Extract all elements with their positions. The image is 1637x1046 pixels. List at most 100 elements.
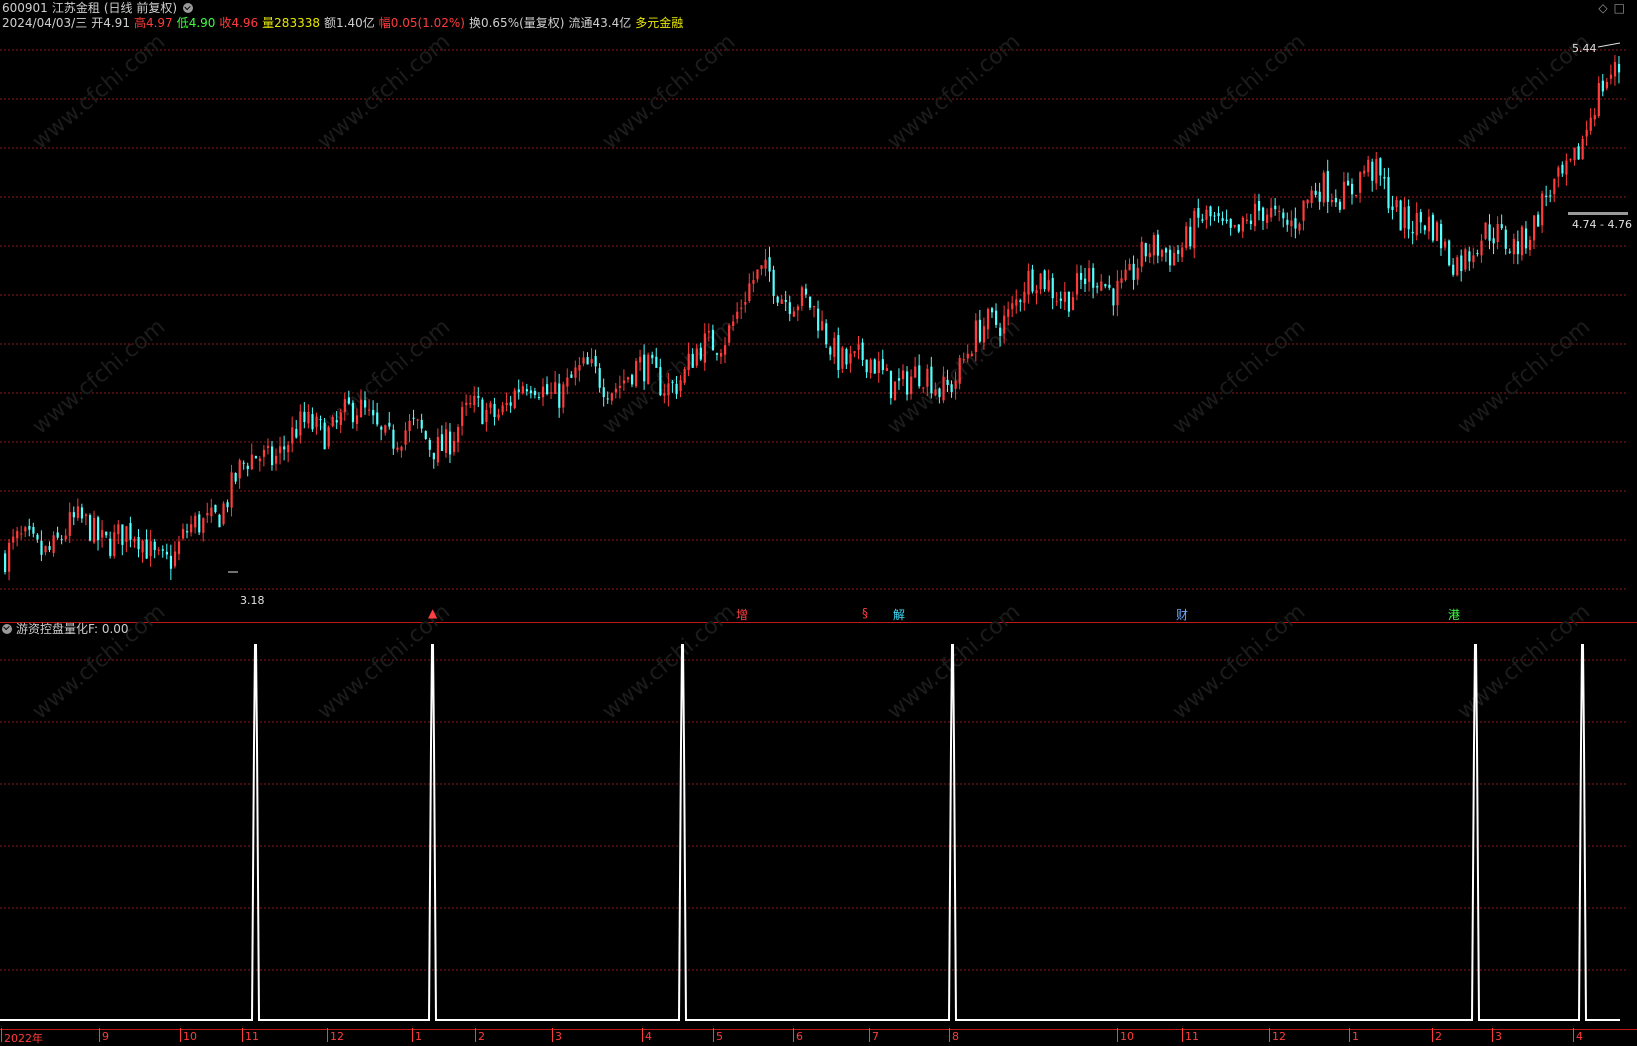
candle-body bbox=[1278, 210, 1281, 212]
candle-body bbox=[396, 447, 399, 450]
candle-body bbox=[1181, 247, 1184, 257]
candle-body bbox=[570, 374, 573, 378]
candle-body bbox=[1274, 205, 1277, 210]
square-icon[interactable]: □ bbox=[1614, 1, 1631, 15]
candle-body bbox=[190, 524, 193, 533]
candle-body bbox=[1488, 224, 1491, 241]
candle-body bbox=[1294, 218, 1297, 229]
candle-body bbox=[744, 301, 747, 305]
candle-body bbox=[412, 417, 415, 419]
candle-body bbox=[772, 269, 775, 297]
candle-body bbox=[1387, 177, 1390, 209]
candle-body bbox=[849, 353, 852, 364]
candle-body bbox=[825, 323, 828, 345]
candle-body bbox=[1435, 222, 1439, 241]
event-marker[interactable]: 解 bbox=[893, 606, 905, 623]
collapse-icon[interactable] bbox=[2, 624, 12, 634]
candle-body bbox=[372, 410, 375, 416]
low-label: 低 bbox=[176, 16, 189, 30]
candle-body bbox=[327, 427, 330, 447]
watermark-text: www.cfchi.com bbox=[313, 29, 455, 154]
candle-body bbox=[691, 353, 694, 368]
x-axis-label: 4 bbox=[1573, 1028, 1583, 1043]
candle-body bbox=[1031, 269, 1034, 292]
event-marker[interactable]: 财 bbox=[1176, 606, 1188, 623]
candle-body bbox=[865, 359, 868, 373]
candle-body bbox=[1173, 252, 1176, 266]
candle-body bbox=[177, 541, 181, 554]
candle-body bbox=[663, 392, 666, 396]
candle-body bbox=[643, 354, 646, 382]
candle-body bbox=[1193, 210, 1196, 249]
period-label[interactable]: (日线 前复权) bbox=[104, 1, 177, 15]
candle-body bbox=[768, 257, 771, 272]
event-marker[interactable]: ▲ bbox=[428, 606, 437, 620]
candle-body bbox=[44, 546, 47, 553]
candle-body bbox=[1039, 273, 1042, 290]
candle-body bbox=[32, 526, 35, 534]
candle-body bbox=[1439, 224, 1443, 249]
candle-body bbox=[1597, 83, 1600, 117]
dropdown-icon[interactable] bbox=[183, 3, 194, 13]
candle-body bbox=[1298, 223, 1301, 231]
diamond-icon[interactable]: ◇ bbox=[1598, 1, 1613, 15]
candle-body bbox=[279, 446, 282, 454]
x-axis-label: 8 bbox=[949, 1028, 959, 1043]
event-marker[interactable]: 增 bbox=[736, 606, 748, 623]
candle-body bbox=[1484, 222, 1487, 239]
watermark-text: www.cfchi.com bbox=[598, 29, 740, 154]
x-axis-label: 2 bbox=[475, 1028, 485, 1043]
candle-body bbox=[1136, 267, 1139, 280]
candle-body bbox=[946, 379, 949, 386]
candle-body bbox=[440, 434, 444, 451]
candle-body bbox=[639, 356, 642, 363]
candle-body bbox=[950, 384, 953, 392]
max-price-label: 5.44 bbox=[1572, 42, 1597, 55]
candle-body bbox=[1084, 278, 1087, 285]
candle-body bbox=[1448, 240, 1451, 266]
indicator-value: : 0.00 bbox=[93, 622, 129, 636]
candle-body bbox=[444, 429, 448, 453]
candle-body bbox=[622, 380, 626, 384]
candle-body bbox=[752, 279, 755, 284]
candle-body bbox=[626, 377, 630, 380]
candle-body bbox=[145, 539, 148, 559]
concept-tag[interactable]: 多元金融 bbox=[635, 16, 683, 30]
event-marker[interactable]: 港 bbox=[1448, 606, 1460, 623]
watermark-text: www.cfchi.com bbox=[1168, 314, 1310, 439]
candle-body bbox=[129, 523, 132, 540]
watermark-text: www.cfchi.com bbox=[1168, 599, 1310, 724]
candle-body bbox=[574, 367, 577, 378]
watermark-text: www.cfchi.com bbox=[28, 599, 170, 724]
candle-body bbox=[125, 526, 128, 543]
candle-body bbox=[1197, 207, 1200, 218]
candle-body bbox=[72, 512, 75, 518]
window-controls: ◇□ bbox=[1598, 1, 1631, 15]
candle-body bbox=[1338, 201, 1342, 210]
candle-body bbox=[113, 532, 116, 556]
candle-body bbox=[788, 302, 791, 315]
change-value: 0.05(1.02%) bbox=[390, 16, 465, 30]
candle-body bbox=[1310, 190, 1313, 204]
candle-body bbox=[1464, 249, 1467, 270]
chart-canvas[interactable]: www.cfchi.com www.cfchi.com www.cfchi.com w… bbox=[0, 0, 1637, 1046]
candle-body bbox=[594, 356, 597, 367]
candle-body bbox=[1063, 292, 1066, 302]
candle-body bbox=[837, 335, 840, 370]
candle-body bbox=[400, 446, 403, 451]
candle-body bbox=[194, 515, 197, 528]
candle-body bbox=[586, 357, 589, 365]
indicator-name[interactable]: 游资控盘量化F bbox=[16, 622, 94, 636]
candle-body bbox=[56, 532, 59, 538]
candle-body bbox=[161, 549, 164, 551]
high-label: 高 bbox=[133, 16, 146, 30]
candle-body bbox=[1007, 309, 1010, 317]
candle-body bbox=[1096, 286, 1099, 288]
candle-body bbox=[1108, 284, 1111, 288]
candle-body bbox=[1027, 270, 1030, 295]
event-marker[interactable]: § bbox=[862, 606, 868, 620]
change-label: 幅 bbox=[378, 16, 391, 30]
close-value: 4.96 bbox=[231, 16, 259, 30]
stock-name[interactable]: 江苏金租 bbox=[52, 1, 100, 15]
candle-body bbox=[291, 427, 294, 444]
